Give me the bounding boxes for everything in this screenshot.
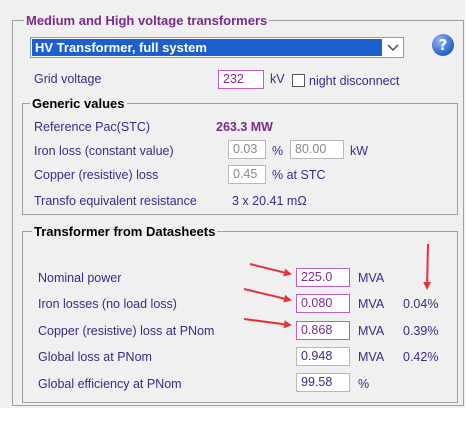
night-disconnect-checkbox[interactable] (292, 74, 305, 87)
global-loss-pct: 0.42% (403, 350, 439, 364)
copper-loss-pnom-unit: MVA (358, 324, 385, 338)
global-loss-label: Global loss at PNom (38, 350, 152, 364)
transformer-dialog-panel: Medium and High voltage transformers HV … (0, 0, 465, 408)
right-margin (465, 0, 474, 408)
copper-loss-unit: % at STC (272, 168, 326, 182)
global-efficiency-input[interactable]: 99.58 (296, 373, 350, 392)
iron-losses-label: Iron losses (no load loss) (38, 297, 177, 311)
copper-loss-pnom-label: Copper (resistive) loss at PNom (38, 324, 215, 338)
copper-loss-pnom-pct: 0.39% (403, 324, 439, 338)
global-efficiency-label: Global efficiency at PNom (38, 377, 182, 391)
transformer-type-selected: HV Transformer, full system (32, 39, 382, 56)
nominal-power-input[interactable]: 225.0 (296, 268, 350, 287)
iron-loss-pct-input[interactable]: 0.03 (228, 140, 266, 159)
main-group-title: Medium and High voltage transformers (24, 13, 270, 28)
grid-voltage-label: Grid voltage (34, 72, 102, 86)
transformer-type-dropdown[interactable]: HV Transformer, full system (30, 37, 404, 58)
global-loss-unit: MVA (358, 350, 385, 364)
transfo-resistance-value: 3 x 20.41 mΩ (232, 194, 307, 208)
copper-loss-pnom-input[interactable]: 0.868 (296, 321, 350, 340)
chevron-down-icon[interactable] (384, 39, 402, 56)
datasheets-title: Transformer from Datasheets (32, 224, 218, 239)
global-loss-input[interactable]: 0.948 (296, 347, 350, 366)
grid-voltage-unit: kV (270, 72, 285, 86)
transfo-resistance-label: Transfo equivalent resistance (34, 194, 197, 208)
generic-values-title: Generic values (30, 96, 127, 111)
night-disconnect-label: night disconnect (309, 74, 400, 88)
iron-loss-label: Iron loss (constant value) (34, 144, 174, 158)
reference-pac-value: 263.3 MW (216, 120, 273, 134)
iron-loss-kw-unit: kW (350, 144, 369, 158)
nominal-power-label: Nominal power (38, 271, 122, 285)
iron-losses-input[interactable]: 0.080 (296, 294, 350, 313)
global-efficiency-unit: % (358, 377, 370, 391)
help-icon[interactable]: ? (432, 34, 454, 56)
iron-loss-pct-unit: % (272, 144, 284, 158)
bottom-margin (0, 408, 474, 426)
reference-pac-label: Reference Pac(STC) (34, 120, 151, 134)
copper-loss-label: Copper (resistive) loss (34, 168, 159, 182)
nominal-power-unit: MVA (358, 271, 385, 285)
iron-losses-pct: 0.04% (403, 297, 439, 311)
copper-loss-pct-input[interactable]: 0.45 (228, 165, 266, 184)
grid-voltage-input[interactable]: 232 (218, 70, 264, 89)
iron-loss-kw-input[interactable]: 80.00 (290, 140, 344, 159)
iron-losses-unit: MVA (358, 297, 385, 311)
